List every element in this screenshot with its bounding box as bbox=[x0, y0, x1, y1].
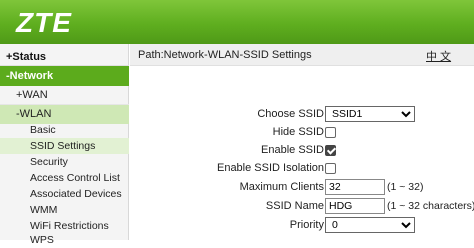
maximum-clients-label: Maximum Clients bbox=[239, 181, 324, 193]
language-link[interactable]: 中 文 bbox=[426, 48, 451, 64]
hide-ssid-row: Hide SSID bbox=[130, 124, 474, 142]
priority-row: Priority 0 bbox=[130, 217, 474, 235]
breadcrumb: Path:Network-WLAN-SSID Settings bbox=[138, 49, 312, 61]
enable-ssid-isolation-row: Enable SSID Isolation bbox=[130, 160, 474, 178]
enable-ssid-isolation-checkbox[interactable] bbox=[325, 163, 336, 174]
nav-network[interactable]: -Network bbox=[0, 66, 129, 86]
priority-select[interactable]: 0 bbox=[325, 217, 415, 233]
sidebar-item-basic[interactable]: Basic bbox=[0, 122, 129, 138]
choose-ssid-label: Choose SSID bbox=[257, 108, 324, 120]
nav-wan[interactable]: +WAN bbox=[0, 86, 129, 105]
ssid-name-row: SSID Name (1 ~ 32 characters) bbox=[130, 198, 474, 216]
ssid-name-hint: (1 ~ 32 characters) bbox=[387, 200, 474, 212]
choose-ssid-select[interactable]: SSID1 bbox=[325, 106, 415, 122]
sidebar-item-ssid-settings[interactable]: SSID Settings bbox=[0, 138, 129, 154]
main-content: Path:Network-WLAN-SSID Settings 中 文 Choo… bbox=[130, 44, 474, 240]
header-bar: ZTE bbox=[0, 0, 474, 44]
zte-logo: ZTE bbox=[16, 7, 72, 38]
hide-ssid-label: Hide SSID bbox=[272, 126, 324, 138]
ssid-name-input[interactable] bbox=[325, 198, 385, 214]
priority-label: Priority bbox=[289, 219, 324, 231]
sidebar-item-associated-devices[interactable]: Associated Devices bbox=[0, 186, 129, 202]
ssid-name-label: SSID Name bbox=[265, 200, 324, 212]
maximum-clients-input[interactable] bbox=[325, 179, 385, 195]
enable-ssid-isolation-label: Enable SSID Isolation bbox=[216, 162, 324, 174]
sidebar-item-wps[interactable]: WPS bbox=[0, 232, 129, 248]
hide-ssid-checkbox[interactable] bbox=[325, 127, 336, 138]
sidebar-item-security[interactable]: Security bbox=[0, 154, 129, 170]
sidebar-item-wmm[interactable]: WMM bbox=[0, 202, 129, 218]
enable-ssid-label: Enable SSID bbox=[261, 144, 324, 156]
maximum-clients-row: Maximum Clients (1 ~ 32) bbox=[130, 179, 474, 197]
nav-status[interactable]: +Status bbox=[0, 48, 129, 66]
choose-ssid-row: Choose SSID SSID1 bbox=[130, 106, 474, 124]
enable-ssid-checkbox[interactable] bbox=[325, 145, 336, 156]
enable-ssid-row: Enable SSID bbox=[130, 142, 474, 160]
sidebar-item-access-control-list[interactable]: Access Control List bbox=[0, 170, 129, 186]
breadcrumb-bar: Path:Network-WLAN-SSID Settings 中 文 bbox=[130, 44, 474, 66]
sidebar: +Status -Network +WAN -WLAN Basic SSID S… bbox=[0, 44, 129, 246]
maximum-clients-hint: (1 ~ 32) bbox=[387, 181, 424, 193]
